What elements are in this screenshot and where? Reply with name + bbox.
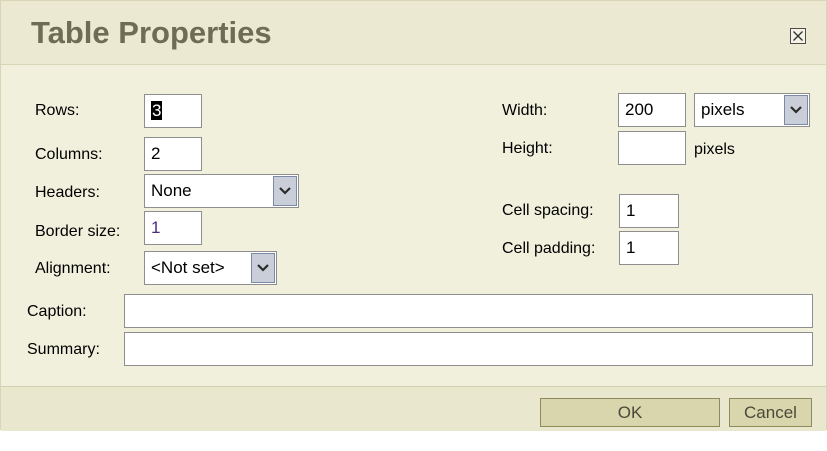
summary-label: Summary:: [27, 341, 100, 358]
ok-button[interactable]: OK: [540, 398, 720, 427]
chevron-down-icon[interactable]: [273, 176, 297, 206]
headers-selected: None: [151, 181, 192, 200]
headers-select[interactable]: None: [144, 174, 299, 208]
cell-spacing-label: Cell spacing:: [502, 202, 594, 219]
summary-input[interactable]: [124, 332, 813, 366]
page-background: [0, 431, 827, 451]
height-label: Height:: [502, 140, 553, 157]
close-icon[interactable]: [790, 28, 806, 44]
height-input[interactable]: [618, 131, 686, 165]
width-unit-select[interactable]: pixels: [694, 93, 810, 127]
width-input[interactable]: 200: [618, 93, 686, 127]
border-size-input[interactable]: 1: [144, 211, 202, 245]
width-label: Width:: [502, 102, 548, 119]
cell-padding-input[interactable]: 1: [619, 231, 679, 265]
columns-input[interactable]: 2: [144, 137, 202, 171]
alignment-select[interactable]: <Not set>: [144, 251, 277, 285]
cell-spacing-input[interactable]: 1: [619, 194, 679, 228]
columns-label: Columns:: [35, 146, 103, 163]
headers-label: Headers:: [35, 184, 100, 201]
height-unit-label: pixels: [694, 141, 735, 158]
rows-value: 3: [151, 101, 163, 120]
alignment-selected: <Not set>: [151, 258, 225, 277]
caption-label: Caption:: [27, 303, 87, 320]
width-unit-selected: pixels: [701, 100, 745, 119]
alignment-label: Alignment:: [35, 260, 111, 277]
title-bar[interactable]: Table Properties: [1, 1, 826, 65]
rows-label: Rows:: [35, 102, 80, 119]
dialog-footer: OK Cancel: [1, 386, 826, 431]
caption-input[interactable]: [124, 294, 813, 328]
cancel-button[interactable]: Cancel: [729, 398, 812, 427]
table-properties-dialog: Table Properties Rows: 3 Columns: 2 Head…: [0, 0, 827, 431]
rows-input[interactable]: 3: [144, 94, 202, 128]
chevron-down-icon[interactable]: [784, 95, 808, 125]
chevron-down-icon[interactable]: [251, 253, 275, 283]
dialog-title: Table Properties: [31, 15, 272, 50]
border-size-label: Border size:: [35, 223, 121, 240]
cell-padding-label: Cell padding:: [502, 240, 596, 257]
